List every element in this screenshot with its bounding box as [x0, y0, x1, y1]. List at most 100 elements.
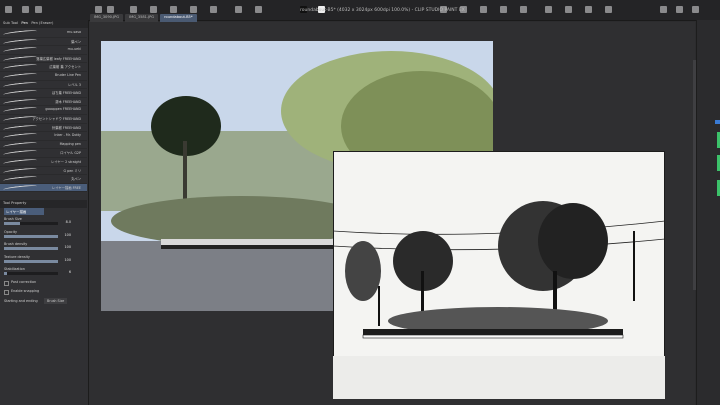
brush-list: mu-sasa 葉ペン mu-ueki 落葉広葉樹 leafy FREEHAND… [0, 29, 87, 207]
brush-name: 広葉樹 葉 アクセント [49, 65, 81, 70]
brush-item-selected[interactable]: レイヤー描画 FREE [0, 183, 87, 193]
brush-item[interactable]: 針葉樹 FREEHAND [0, 123, 87, 133]
minimize-icon[interactable] [660, 6, 667, 13]
sub-tool-panel: Sub Tool Pen Pen (Eraser) mu-sasa 葉ペン mu… [0, 20, 89, 405]
brush-item[interactable]: 葉ペン [0, 37, 87, 47]
tool-name-badge: レイヤー描画 [4, 208, 44, 215]
stabilization-slider[interactable] [4, 272, 58, 275]
cleanup-icon[interactable] [565, 6, 572, 13]
brush-stroke-preview [2, 166, 38, 175]
brush-item[interactable]: ぼち葉 FREEHAND [0, 89, 87, 98]
menu-icon[interactable] [5, 6, 12, 13]
animation-icon[interactable] [520, 6, 527, 13]
brush-item[interactable]: goooppen FREEHAND [0, 106, 87, 115]
brush-item[interactable]: レベル 3 [0, 80, 87, 90]
brush-name: 丸ペン [71, 177, 81, 182]
brush-stroke-preview [2, 140, 38, 149]
layer-icon[interactable] [210, 6, 217, 13]
brush-size-label: Brush Size [4, 217, 22, 221]
zoom-icon[interactable] [235, 6, 242, 13]
opacity-slider[interactable] [4, 234, 58, 238]
brush-density-value[interactable]: 100 [65, 245, 71, 249]
ruler-icon[interactable] [190, 6, 197, 13]
move-tool-icon[interactable] [22, 6, 29, 13]
canvas-scrollbar[interactable] [693, 60, 696, 290]
starting-ending-select[interactable]: Brush Size [44, 297, 68, 304]
opacity-row[interactable]: Opacity 100 [0, 229, 87, 242]
brush-stroke-preview [2, 46, 38, 54]
rotate-icon[interactable] [255, 6, 262, 13]
doc-tab-img-3581[interactable]: IMG_3581.JPG [125, 14, 159, 22]
selection-icon[interactable] [150, 6, 157, 13]
post-correction-row[interactable]: Post correction [0, 279, 87, 288]
brush-name: ぼち葉 FREEHAND [51, 91, 81, 96]
transform-icon[interactable] [170, 6, 177, 13]
maximize-icon[interactable] [676, 6, 683, 13]
brush-item[interactable]: レイヤー 2 straight [0, 158, 87, 167]
opacity-value[interactable]: 100 [65, 233, 71, 237]
enable-snapping-row[interactable]: Enable snapping [0, 288, 87, 297]
brush-stroke-preview [2, 89, 38, 97]
sub-tool-header: Sub Tool Pen Pen (Eraser) [0, 20, 88, 28]
sub-tool-group-tab-2[interactable]: Pen (Eraser) [31, 21, 53, 25]
brush-item[interactable]: 広葉樹 葉 アクセント [0, 63, 87, 72]
brush-item[interactable]: mu-sasa [0, 29, 87, 38]
enable-snapping-label: Enable snapping [11, 289, 40, 293]
post-correction-checkbox[interactable] [4, 280, 9, 286]
stabilization-row[interactable]: Stabilization 6 [0, 266, 87, 279]
brush-item[interactable]: mu-ueki [0, 46, 87, 55]
tool-property-title: Tool Property [3, 201, 27, 205]
sub-tool-group-tab[interactable]: Pen [21, 21, 28, 25]
brush-size-row[interactable]: Brush Size 8.0 [0, 216, 87, 229]
timelapse-icon[interactable] [500, 6, 507, 13]
snap-icon[interactable] [480, 6, 487, 13]
brush-item[interactable]: アクセントシャドウ FREEHAND [0, 115, 87, 124]
brush-name: ロイヤル G2P [60, 151, 81, 156]
brush-name: 落葉広葉樹 leafy FREEHAND [36, 56, 81, 61]
save-icon[interactable] [130, 6, 137, 13]
brush-item[interactable]: 灌木 FREEHAND [0, 97, 87, 107]
stabilization-value[interactable]: 6 [69, 270, 71, 274]
brush-item[interactable]: 落葉広葉樹 leafy FREEHAND [0, 55, 87, 64]
pen-tool-icon[interactable] [35, 6, 42, 13]
brush-stroke-preview [2, 63, 38, 72]
brush-name: 針葉樹 FREEHAND [51, 125, 81, 130]
brush-name: goooppen FREEHAND [45, 107, 81, 112]
brush-stroke-preview [2, 37, 38, 46]
close-icon[interactable] [692, 6, 699, 13]
brush-item[interactable]: Bruder Line Pen [0, 72, 87, 81]
undo-icon[interactable] [95, 6, 102, 13]
doc-tab-roundabout[interactable]: roundabout-B5* [160, 14, 197, 22]
brush-name: G pen ミリ [63, 168, 81, 173]
right-panel-strip [696, 20, 720, 405]
brush-item[interactable]: G pen ミリ [0, 166, 87, 176]
brush-size-slider[interactable] [4, 222, 58, 225]
brush-name: Mapping pen [59, 141, 81, 146]
starting-ending-row[interactable]: Starting and ending Brush Size [0, 297, 87, 306]
flip-icon[interactable] [545, 6, 552, 13]
brush-stroke-preview [2, 80, 38, 89]
brush-stroke-preview [2, 183, 38, 192]
ink-drawing-canvas[interactable] [333, 151, 665, 399]
brush-size-value[interactable]: 8.0 [66, 220, 71, 224]
brush-name: Inker - Mr. Dotty [54, 133, 81, 138]
symmetry-icon[interactable] [605, 6, 612, 13]
redo-icon[interactable] [107, 6, 114, 13]
doc-tab-img-3090[interactable]: IMG_3090.JPG [90, 14, 124, 22]
tool-property-header: Tool Property [0, 200, 87, 208]
texture-density-row[interactable]: Texture density 100 [0, 254, 87, 267]
perspective-icon[interactable] [585, 6, 592, 13]
post-correction-label: Post correction [11, 280, 37, 284]
brush-stroke-preview [2, 175, 38, 183]
enable-snapping-checkbox[interactable] [4, 289, 9, 295]
brush-name: レベル 3 [67, 82, 81, 87]
brush-item[interactable]: Inker - Mr. Dotty [0, 132, 87, 141]
texture-density-slider[interactable] [4, 259, 58, 263]
brush-item[interactable]: ロイヤル G2P [0, 149, 87, 158]
brush-item[interactable]: 丸ペン [0, 175, 87, 184]
starting-ending-label: Starting and ending [4, 298, 38, 303]
texture-density-value[interactable]: 100 [65, 258, 71, 262]
brush-density-row[interactable]: Brush density 100 [0, 241, 87, 254]
brush-item[interactable]: Mapping pen [0, 140, 87, 150]
brush-density-slider[interactable] [4, 247, 58, 250]
